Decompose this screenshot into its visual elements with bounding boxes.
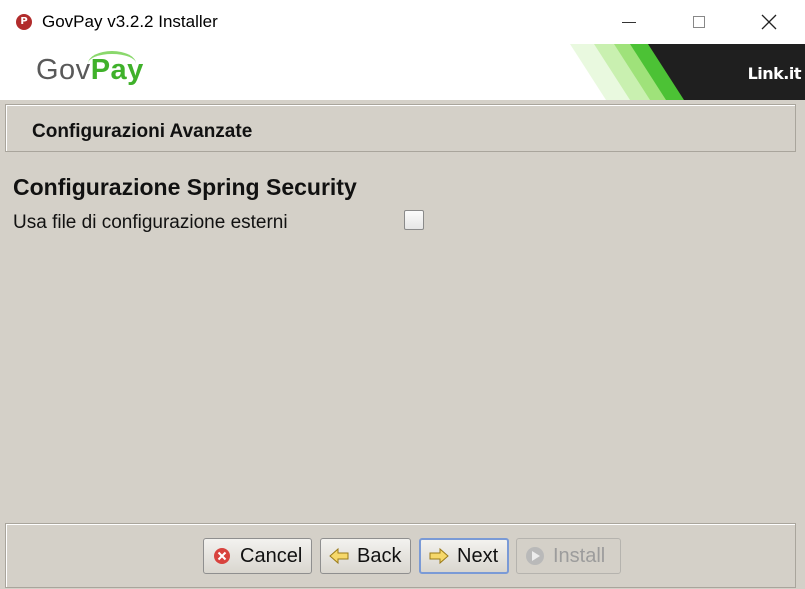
install-button[interactable]: Install [516, 538, 621, 574]
close-button[interactable] [746, 0, 792, 44]
window-title: GovPay v3.2.2 Installer [42, 12, 218, 31]
installer-window: P GovPay v3.2.2 Installer GovPay Link.it [0, 0, 805, 589]
title-bar: P GovPay v3.2.2 Installer [0, 0, 805, 44]
banner: GovPay Link.it [0, 44, 805, 100]
section-title: Configurazione Spring Security [13, 174, 357, 200]
cancel-icon [212, 546, 232, 566]
install-icon [525, 546, 545, 566]
arrow-right-icon [429, 546, 449, 566]
next-label: Next [457, 544, 499, 567]
back-label: Back [357, 544, 402, 567]
logo-swoosh [88, 51, 136, 76]
back-button[interactable]: Back [320, 538, 411, 574]
header-panel: Configurazioni Avanzate [5, 104, 796, 152]
next-button[interactable]: Next [419, 538, 509, 574]
app-icon: P [16, 14, 32, 30]
arrow-left-icon [329, 546, 349, 566]
minimize-button[interactable] [606, 0, 652, 44]
page-title: Configurazioni Avanzate [32, 121, 253, 142]
install-label: Install [553, 544, 606, 567]
govpay-logo: GovPay [36, 51, 144, 87]
close-icon [761, 14, 777, 30]
linkit-logo: Link.it [747, 64, 802, 83]
cancel-label: Cancel [240, 544, 303, 567]
maximize-icon [693, 16, 705, 28]
maximize-button[interactable] [676, 0, 722, 44]
external-config-checkbox[interactable] [404, 210, 424, 230]
logo-gov-text: Gov [36, 54, 91, 86]
cancel-button[interactable]: Cancel [203, 538, 312, 574]
minimize-icon [622, 21, 636, 23]
external-config-label: Usa file di configurazione esterni [13, 212, 288, 233]
